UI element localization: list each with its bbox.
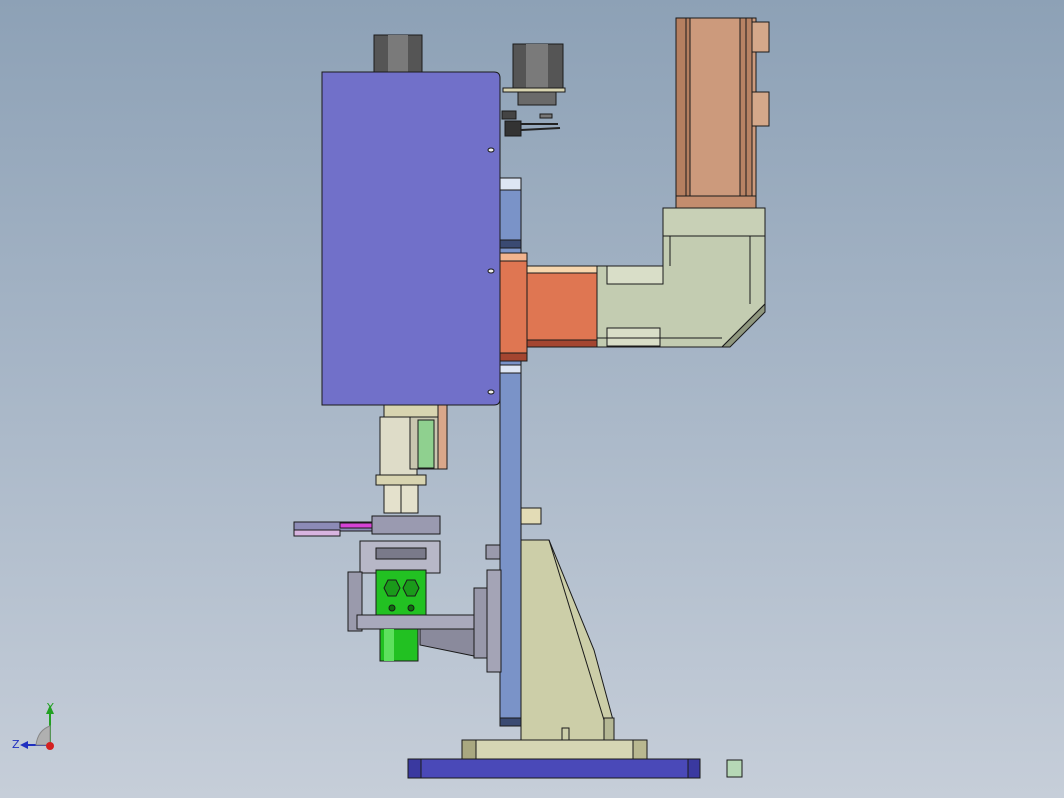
main-housing[interactable] bbox=[321, 71, 501, 406]
cad-viewport[interactable]: Y Z bbox=[0, 0, 1064, 798]
sensor-cable[interactable] bbox=[501, 110, 561, 137]
top-cylinder-right[interactable] bbox=[502, 43, 566, 106]
clamp-bar[interactable] bbox=[293, 515, 441, 537]
spindle-slide[interactable] bbox=[375, 404, 448, 514]
triad-z-label: Z bbox=[12, 738, 20, 751]
top-cylinder-left[interactable] bbox=[373, 34, 423, 74]
base-plate[interactable] bbox=[407, 758, 701, 779]
axis-triad: Y Z bbox=[12, 701, 54, 751]
green-collet[interactable] bbox=[375, 569, 427, 662]
servo-motor[interactable] bbox=[675, 17, 770, 209]
orange-arm[interactable] bbox=[499, 252, 598, 362]
small-green-block[interactable] bbox=[726, 759, 743, 778]
assembly-model[interactable]: Y Z bbox=[0, 0, 1064, 798]
triad-y-label: Y bbox=[46, 701, 54, 714]
gearbox-elbow[interactable] bbox=[594, 207, 766, 348]
